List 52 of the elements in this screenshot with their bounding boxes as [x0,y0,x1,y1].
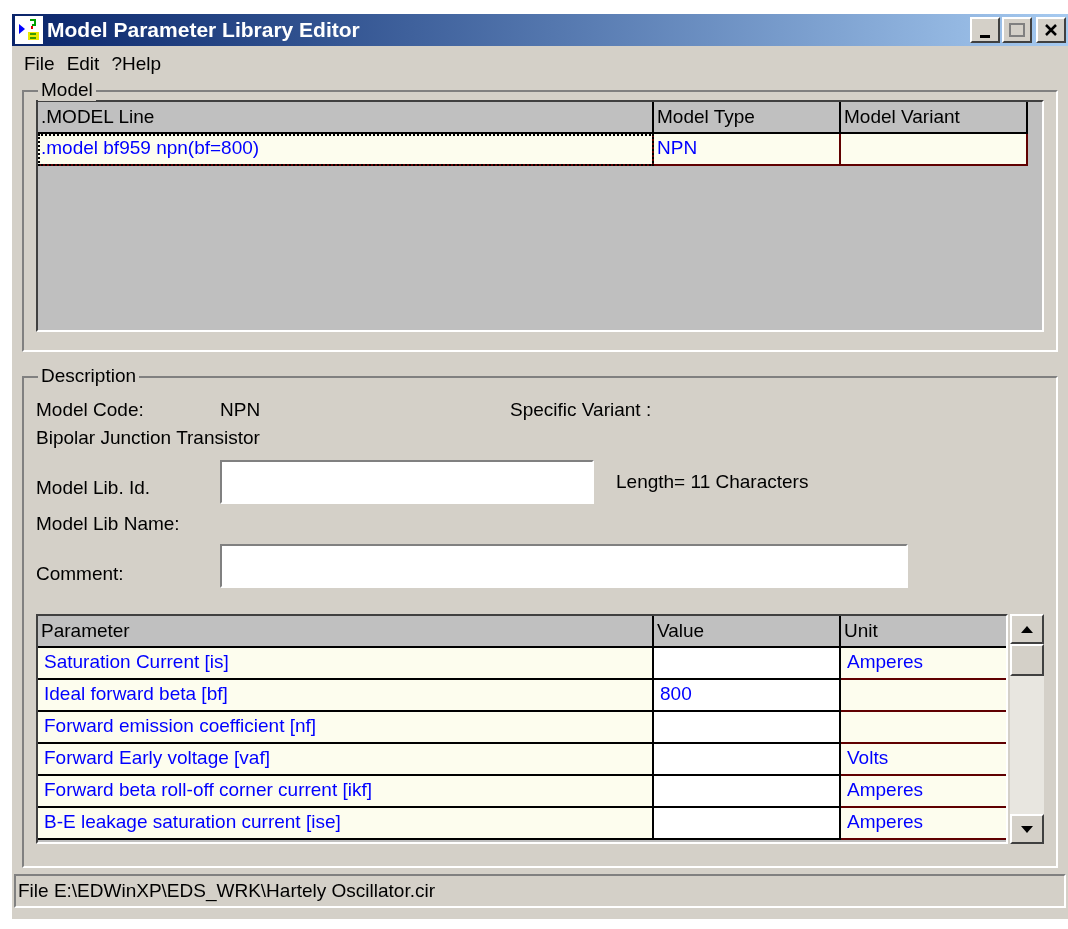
table-cell[interactable] [654,776,841,808]
table-cell[interactable] [654,808,841,840]
model-code-label: Model Code: [36,397,145,422]
menu-item[interactable]: ?Help [105,49,168,79]
up-arrow-icon [1021,625,1033,633]
down-arrow-icon [1021,825,1033,833]
table-cell[interactable] [654,712,841,744]
specific-variant-label: Specific Variant : [510,397,652,422]
table-cell: Amperes [841,648,1006,680]
length-note: Length= 11 Characters [616,469,809,494]
table-cell: NPN [654,134,841,166]
lib-id-field[interactable] [220,460,594,504]
table-cell[interactable] [654,648,841,680]
app-icon [15,16,43,44]
column-header: Model Type [654,102,841,134]
maximize-icon [1009,23,1025,37]
table-cell: Forward emission coefficient [nf] [38,712,654,744]
table-cell: Amperes [841,776,1006,808]
table-cell: Amperes [841,808,1006,840]
column-header: Parameter [38,616,654,648]
table-cell: Ideal forward beta [bf] [38,680,654,712]
column-header: .MODEL Line [38,102,654,134]
comment-label: Comment: [36,561,125,586]
scroll-up-button[interactable] [1010,614,1044,644]
table-cell: .model bf959 npn(bf=800) [38,134,654,166]
scrollbar[interactable] [1010,614,1044,844]
device-description: Bipolar Junction Transistor [36,425,260,450]
table-cell: Saturation Current [is] [38,648,654,680]
lib-id-label: Model Lib. Id. [36,475,152,500]
close-button[interactable] [1036,17,1066,43]
minimize-icon [980,34,990,38]
table-cell: B-E leakage saturation current [ise] [38,808,654,840]
maximize-button[interactable] [1002,17,1032,43]
column-header: Value [654,616,841,648]
table-cell[interactable]: 800 [654,680,841,712]
close-icon [1044,23,1058,37]
scroll-thumb[interactable] [1010,644,1044,676]
status-bar: File E:\EDWinXP\EDS_WRK\Hartely Oscillator.cir [14,874,1066,908]
scroll-down-button[interactable] [1010,814,1044,844]
table-cell: Forward Early voltage [vaf] [38,744,654,776]
model-code-value: NPN [220,397,262,422]
table-cell: Volts [841,744,1006,776]
minimize-button[interactable] [970,17,1000,43]
comment-field[interactable] [220,544,908,588]
window-title: Model Parameter Library Editor [47,17,360,44]
menu-item[interactable]: Edit [60,49,106,79]
table-cell[interactable] [654,744,841,776]
table-cell: Forward beta roll-off corner current [ikf] [38,776,654,808]
menu-item[interactable]: File [18,49,61,79]
column-header: Model Variant [841,102,1028,134]
lib-name-label: Model Lib Name: [36,511,180,536]
model-row[interactable]: .model bf959 npn(bf=800) NPN [38,134,1042,166]
